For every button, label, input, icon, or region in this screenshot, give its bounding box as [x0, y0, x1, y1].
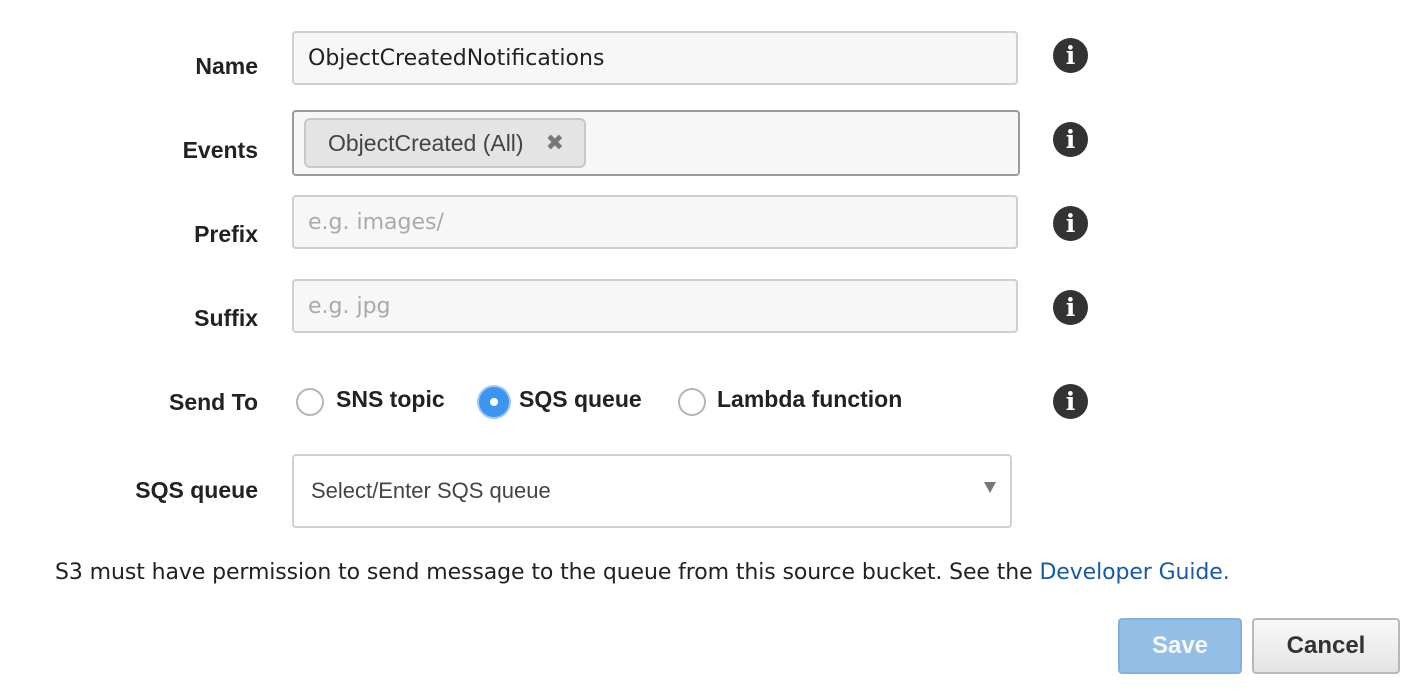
radio-lambda-function[interactable]	[678, 388, 706, 416]
radio-sns-topic[interactable]	[296, 388, 324, 416]
prefix-info-icon[interactable]: i	[1053, 206, 1088, 241]
radio-lambda-function-label[interactable]: Lambda function	[717, 386, 902, 413]
developer-guide-link[interactable]: Developer Guide.	[1039, 560, 1229, 585]
events-info-icon[interactable]: i	[1053, 122, 1088, 157]
suffix-input[interactable]	[292, 279, 1018, 333]
radio-sns-topic-label[interactable]: SNS topic	[336, 386, 445, 413]
name-info-icon[interactable]: i	[1053, 38, 1088, 73]
suffix-info-icon[interactable]: i	[1053, 290, 1088, 325]
send-to-label: Send To	[168, 389, 258, 415]
permission-notice-text: S3 must have permission to send message …	[55, 560, 1040, 585]
event-token-label: ObjectCreated (All)	[328, 129, 524, 156]
radio-sqs-queue[interactable]	[479, 387, 509, 417]
name-label: Name	[195, 53, 258, 79]
radio-sqs-queue-label[interactable]: SQS queue	[519, 386, 642, 413]
suffix-label: Suffix	[194, 305, 258, 331]
cancel-button[interactable]: Cancel	[1252, 618, 1400, 674]
remove-token-icon[interactable]: ✖	[546, 132, 564, 154]
events-label: Events	[182, 137, 258, 163]
events-input[interactable]: ObjectCreated (All) ✖	[292, 110, 1020, 176]
sqs-queue-select[interactable]: Select/Enter SQS queue	[292, 454, 1012, 528]
save-button[interactable]: Save	[1118, 618, 1242, 674]
permission-notice: S3 must have permission to send message …	[55, 560, 1230, 585]
name-input[interactable]	[292, 31, 1018, 85]
event-token: ObjectCreated (All) ✖	[304, 118, 587, 168]
chevron-down-icon[interactable]	[984, 482, 996, 493]
prefix-input[interactable]	[292, 195, 1018, 249]
send-to-info-icon[interactable]: i	[1053, 384, 1088, 419]
prefix-label: Prefix	[194, 221, 258, 247]
sqs-queue-select-placeholder: Select/Enter SQS queue	[311, 478, 551, 503]
sqs-queue-label: SQS queue	[135, 477, 258, 503]
